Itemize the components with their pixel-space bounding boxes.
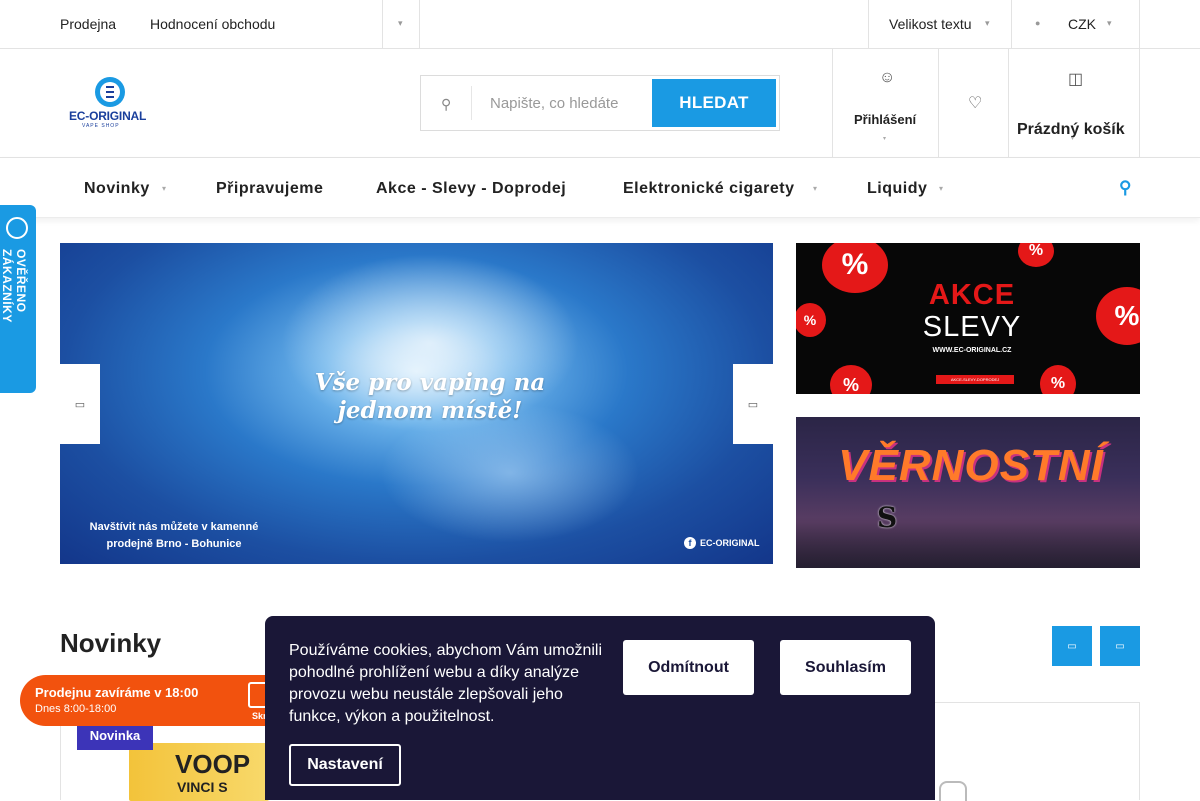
store-hours-text: Dnes 8:00-18:00 (35, 703, 117, 715)
percent-badge-icon: % (1018, 243, 1054, 267)
cookie-settings-button[interactable]: Nastavení (289, 744, 401, 786)
top-bar: Prodejna Hodnocení obchodu ▾ Velikost te… (0, 0, 1200, 49)
currency-icon: ● (1035, 18, 1041, 28)
carousel-prev-button[interactable]: ▭ (1052, 626, 1092, 666)
logo[interactable]: EC-ORIGINAL VAPE SHOP (66, 75, 154, 131)
arrow-right-icon: ▭ (747, 398, 759, 411)
search-input[interactable] (490, 90, 650, 116)
nav-item-novinky[interactable]: Novinky (84, 180, 150, 198)
divider (1011, 0, 1012, 48)
hero-footer: Navštívit nás můžete v kamenné prodejně … (89, 521, 259, 550)
banner-url: WWW.EC-ORIGINAL.CZ (932, 347, 1012, 354)
logo-mark-icon (95, 77, 125, 107)
nav-item-ecigarety[interactable]: Elektronické cigarety (623, 180, 794, 198)
divider (1139, 0, 1140, 48)
login-label: Přihlášení (854, 112, 917, 127)
banner-tag: AKCE-SLEVY-DOPRODEJ (936, 375, 1014, 384)
nav-item-akce[interactable]: Akce - Slevy - Doprodej (376, 180, 566, 198)
compare-icon: ♡ (968, 95, 983, 112)
cookie-banner: Používáme cookies, abychom Vám umožnili … (265, 616, 935, 800)
carousel-next-button[interactable]: ▭ (1100, 626, 1140, 666)
banner-vernostni[interactable]: VĚRNOSTNÍ S (796, 417, 1140, 568)
chevron-down-icon: ▾ (985, 18, 990, 28)
chevron-down-icon: ▾ (883, 136, 887, 142)
main-nav: Novinky ▾ Připravujeme Akce - Slevy - Do… (0, 158, 1200, 218)
search-icon: ⚲ (441, 96, 452, 112)
banner-akce-title: AKCE (928, 279, 1016, 311)
hero-slide[interactable]: Vše pro vaping na jednom místě! Navštívi… (60, 243, 773, 564)
search-form: ⚲ HLEDAT (420, 75, 780, 131)
topbar-link-prodejna[interactable]: Prodejna (60, 16, 116, 32)
badge-text: OVĚŘENO ZÁKAZNÍKY (0, 249, 28, 323)
banner-vernostni-title: VĚRNOSTNÍ (838, 441, 1104, 490)
crowd-decoration (796, 517, 1140, 568)
hero-headline: Vše pro vaping na jednom místě! (314, 369, 546, 424)
divider (382, 0, 383, 48)
user-icon: ☺ (879, 69, 896, 86)
section-title: Novinky (60, 628, 162, 658)
product-image-device[interactable] (939, 781, 967, 801)
cart-button[interactable]: ◫ Prázdný košík ▾ (1008, 49, 1140, 157)
nav-item-liquidy[interactable]: Liquidy (867, 180, 927, 198)
chevron-down-icon: ▾ (1071, 136, 1075, 142)
verified-customers-badge[interactable]: OVĚŘENO ZÁKAZNÍKY (0, 205, 36, 393)
accept-button[interactable]: Souhlasím (780, 640, 911, 695)
login-button[interactable]: ☺ Přihlášení ▾ (832, 49, 938, 157)
decline-button[interactable]: Odmítnout (623, 640, 754, 695)
arrow-left-icon: ▭ (74, 398, 86, 411)
currency-selector[interactable]: CZK (1068, 16, 1096, 32)
topbar-link-hodnoceni[interactable]: Hodnocení obchodu (150, 16, 275, 32)
text-size-button[interactable]: Velikost textu (889, 16, 972, 32)
compare-button[interactable]: ♡ (938, 49, 1008, 157)
nav-search-icon[interactable]: ⚲ (1119, 178, 1131, 198)
chevron-down-icon: ▾ (813, 184, 818, 193)
product-model: VINCI S (177, 779, 228, 795)
percent-badge-icon: % (796, 303, 826, 337)
divider (471, 86, 472, 120)
store-closing-text: Prodejnu zavíráme v 18:00 (35, 685, 199, 700)
percent-badge-icon: % (830, 365, 872, 394)
facebook-icon: f (684, 537, 696, 549)
product-image[interactable]: VOOP VINCI S (129, 743, 269, 801)
hero-brand: EC-ORIGINAL (700, 538, 760, 548)
arrow-left-icon: ▭ (1067, 640, 1077, 652)
logo-subtitle: VAPE SHOP (82, 123, 120, 129)
cart-icon: ◫ (1068, 71, 1084, 88)
divider (419, 0, 420, 48)
arrow-right-icon: ▭ (1115, 640, 1125, 652)
seal-icon (6, 217, 28, 239)
nav-item-pripravujeme[interactable]: Připravujeme (216, 180, 323, 198)
logo-text: EC-ORIGINAL (69, 109, 147, 123)
percent-badge-icon: % (1096, 287, 1140, 345)
banner-akce-slevy[interactable]: % % % % % % AKCE SLEVY WWW.EC-ORIGINAL.C… (796, 243, 1140, 394)
chevron-down-icon: ▾ (939, 184, 944, 193)
search-button[interactable]: HLEDAT (652, 79, 776, 127)
more-menu-icon[interactable]: ▾ (398, 18, 403, 29)
site-header: EC-ORIGINAL VAPE SHOP ⚲ HLEDAT ☺ Přihláš… (0, 49, 1200, 158)
divider (868, 0, 869, 48)
slider-prev-button[interactable]: ▭ (60, 364, 100, 444)
cookie-text: Používáme cookies, abychom Vám umožnili … (289, 642, 603, 725)
chevron-down-icon: ▾ (1107, 18, 1112, 28)
product-brand: VOOP (175, 749, 251, 779)
slider-next-button[interactable]: ▭ (733, 364, 773, 444)
store-hours-widget[interactable]: Prodejnu zavíráme v 18:00 Dnes 8:00-18:0… (20, 675, 300, 726)
banner-slevy-title: SLEVY (922, 311, 1022, 343)
percent-badge-icon: % (822, 243, 888, 293)
percent-badge-icon: % (1040, 365, 1076, 394)
chevron-down-icon: ▾ (162, 184, 167, 193)
banner-s-letter: S (877, 501, 898, 534)
